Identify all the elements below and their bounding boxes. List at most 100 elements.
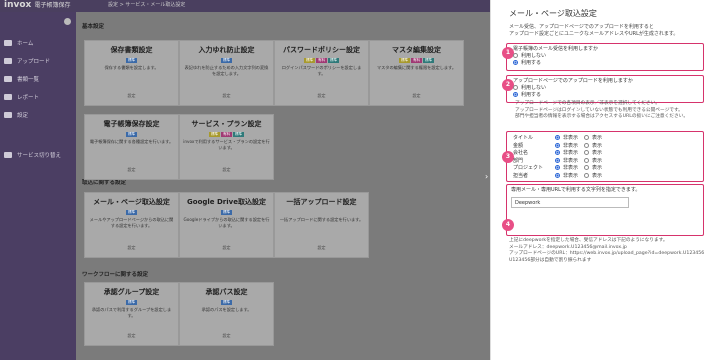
card-title: マスタ編集設定 <box>392 46 441 54</box>
card-title: 承認パス設定 <box>205 288 248 296</box>
card-settings-link[interactable]: 設定 <box>275 93 368 99</box>
mail-page-import-panel: › メール・ページ取込設定 メール受信、アップロードページでのアップロードを利用… <box>485 0 720 360</box>
card-badges: 標準 <box>85 131 178 137</box>
settings-card[interactable]: パスワードポリシー設定 標準 有料 標準 ログインパスワードのポリシーを設定します。 設定 <box>274 40 369 106</box>
card-settings-link[interactable]: 設定 <box>85 245 178 251</box>
settings-card[interactable]: 承認グループ設定 標準 承認のパスで利用するグループを設定します。 設定 <box>84 282 179 346</box>
card-settings-link[interactable]: 設定 <box>370 93 463 99</box>
sidebar-item-documents[interactable]: 書類一覧 <box>4 74 39 84</box>
card-settings-link[interactable]: 設定 <box>275 245 368 251</box>
card-description: Googleドライブからの取込に関する設定を行います。 <box>183 217 270 228</box>
radio-button[interactable] <box>555 135 560 141</box>
settings-card[interactable]: マスタ編集設定標準 有料 標準マスタの編集に関する権限を設定します。設定 <box>369 40 464 106</box>
radio-button[interactable] <box>555 157 560 163</box>
card-badges: 標準 <box>85 57 178 63</box>
radio-button[interactable] <box>555 172 560 178</box>
card-title: 入力ゆれ防止設定 <box>198 46 255 54</box>
custom-string-input[interactable]: Deepwork <box>511 197 629 208</box>
radio-button[interactable] <box>584 150 590 156</box>
radio-button[interactable] <box>584 172 590 178</box>
settings-card[interactable]: 入力ゆれ防止設定 標準 表記ゆれを防止するための入力文字列の変換を設定します。 設定 <box>179 40 274 106</box>
card-badges: 標準 有料 標準 <box>180 131 273 137</box>
question-label: 電子帳簿のメール受信を利用しますか <box>513 46 599 52</box>
card-settings-link[interactable]: 設定 <box>180 333 273 339</box>
radio-option-hide[interactable]: 非表示 <box>555 134 578 141</box>
field-name: プロジェクト <box>513 165 544 172</box>
field-name: 部門 <box>513 157 524 164</box>
radio-button[interactable] <box>584 142 590 148</box>
sidebar-item-home[interactable]: ホーム <box>4 38 33 48</box>
radio-option-show[interactable]: 表示 <box>584 157 602 164</box>
step-marker: 4 <box>502 219 514 231</box>
card-title: 承認グループ設定 <box>103 288 160 296</box>
plan-badge: 標準 <box>423 58 434 63</box>
radio-button[interactable] <box>584 157 590 163</box>
settings-card[interactable]: 電子帳簿保存設定 標準 電子帳簿保存に関する各種設定を行います。 設定 <box>84 114 179 180</box>
settings-card[interactable]: 一括アップロード設定 一括アップロードに関する設定を行います。 設定 <box>274 192 369 258</box>
radio-option-on[interactable]: 利用する <box>513 91 633 98</box>
radio-option-show[interactable]: 表示 <box>584 142 602 149</box>
radio-button[interactable] <box>555 142 560 148</box>
chevron-right-icon[interactable]: › <box>485 172 493 188</box>
panel-title: メール・ページ取込設定 <box>509 9 597 18</box>
top-bar: invox 電子帳簿保存 設定 > サービス・メール取込設定 <box>0 0 490 12</box>
settings-card[interactable]: 承認パス設定 標準 承認のパスを設定します。 設定 <box>179 282 274 346</box>
radio-option-hide[interactable]: 非表示 <box>555 142 578 149</box>
cloud-icon <box>4 58 12 64</box>
radio-option-show[interactable]: 表示 <box>584 172 602 179</box>
card-description: マスタの編集に関する権限を設定します。 <box>376 65 457 70</box>
sidebar-item-upload[interactable]: アップロード <box>4 56 50 66</box>
plan-badge: 有料 <box>411 58 422 63</box>
radio-option-show[interactable]: 表示 <box>584 164 602 171</box>
field-visibility-table: タイトル 非表示 表示 金額 非表示 表示 会社名 非表示 表示 部門 非表示 表示 プロジェクト 非表示… <box>513 134 653 179</box>
mail-receive-setting: 1 電子帳簿のメール受信を利用しますか 利用しない 利用する <box>502 43 704 71</box>
card-badges: 標準 有料 標準 <box>275 57 368 63</box>
settings-card[interactable]: メール・ページ取込設定 標準 メールやアップロードページからの取込に関する設定を行い… <box>84 192 179 258</box>
custom-string-label: 専用メール・専用URLで利用する文字列を指定できます。 <box>511 187 641 193</box>
radio-button[interactable] <box>584 135 590 141</box>
settings-card[interactable]: Google Drive取込設定 標準 Googleドライブからの取込に関する設定を… <box>179 192 274 258</box>
radio-button[interactable] <box>584 165 590 171</box>
card-settings-link[interactable]: 設定 <box>85 333 178 339</box>
radio-option-hide[interactable]: 非表示 <box>555 157 578 164</box>
card-settings-link[interactable]: 設定 <box>180 167 273 173</box>
card-settings-link[interactable]: 設定 <box>180 93 273 99</box>
sidebar-item-report[interactable]: レポート <box>4 92 39 102</box>
gear-icon <box>4 112 12 118</box>
radio-button[interactable] <box>513 92 518 97</box>
sidebar-item-settings[interactable]: 設定 <box>4 110 28 120</box>
sidebar-collapse-button[interactable] <box>64 18 71 25</box>
settings-card[interactable]: 保存書類設定 標準 保存する書類を設定します。 設定 <box>84 40 179 106</box>
card-badges: 標準 <box>85 209 178 215</box>
plan-badge: 標準 <box>399 58 410 63</box>
radio-button[interactable] <box>513 53 518 58</box>
card-settings-link[interactable]: 設定 <box>180 245 273 251</box>
radio-button[interactable] <box>513 60 518 65</box>
custom-string-setting: 4 専用メール・専用URLで利用する文字列を指定できます。 Deepwork <box>502 184 704 236</box>
card-title: メール・ページ取込設定 <box>93 198 170 206</box>
plan-badge: 標準 <box>221 300 232 305</box>
card-settings-link[interactable]: 設定 <box>85 93 178 99</box>
radio-option-hide[interactable]: 非表示 <box>555 164 578 171</box>
radio-option-show[interactable]: 表示 <box>584 134 602 141</box>
plan-badge: 標準 <box>233 132 244 137</box>
radio-option-off[interactable]: 利用しない <box>513 52 598 59</box>
radio-option-hide[interactable]: 非表示 <box>555 172 578 179</box>
card-settings-link[interactable]: 設定 <box>85 167 178 173</box>
card-badges <box>275 209 368 215</box>
sidebar: ホーム アップロード 書類一覧 レポート 設定 サービス切り替え <box>0 12 76 360</box>
radio-option-on[interactable]: 利用する <box>513 59 598 66</box>
sidebar-item-switch-service[interactable]: サービス切り替え <box>4 150 61 160</box>
radio-option-show[interactable]: 表示 <box>584 149 602 156</box>
radio-button[interactable] <box>513 85 518 90</box>
card-description: 表記ゆれを防止するための入力文字列の変換を設定します。 <box>184 65 269 76</box>
field-name: タイトル <box>513 135 534 142</box>
settings-card[interactable]: サービス・プラン設定 標準 有料 標準 invoxで利用するサービス・プランの設定を行い… <box>179 114 274 180</box>
radio-option-off[interactable]: 利用しない <box>513 84 633 91</box>
settings-main: 基本設定 取込に関する設定 ワークフローに関する設定 保存書類設定 標準 保存する書… <box>76 12 490 360</box>
plan-badge: 標準 <box>328 58 339 63</box>
field-row: 部門 非表示 表示 <box>513 157 653 165</box>
radio-option-hide[interactable]: 非表示 <box>555 149 578 156</box>
radio-button[interactable] <box>555 165 560 171</box>
radio-button[interactable] <box>555 150 560 156</box>
